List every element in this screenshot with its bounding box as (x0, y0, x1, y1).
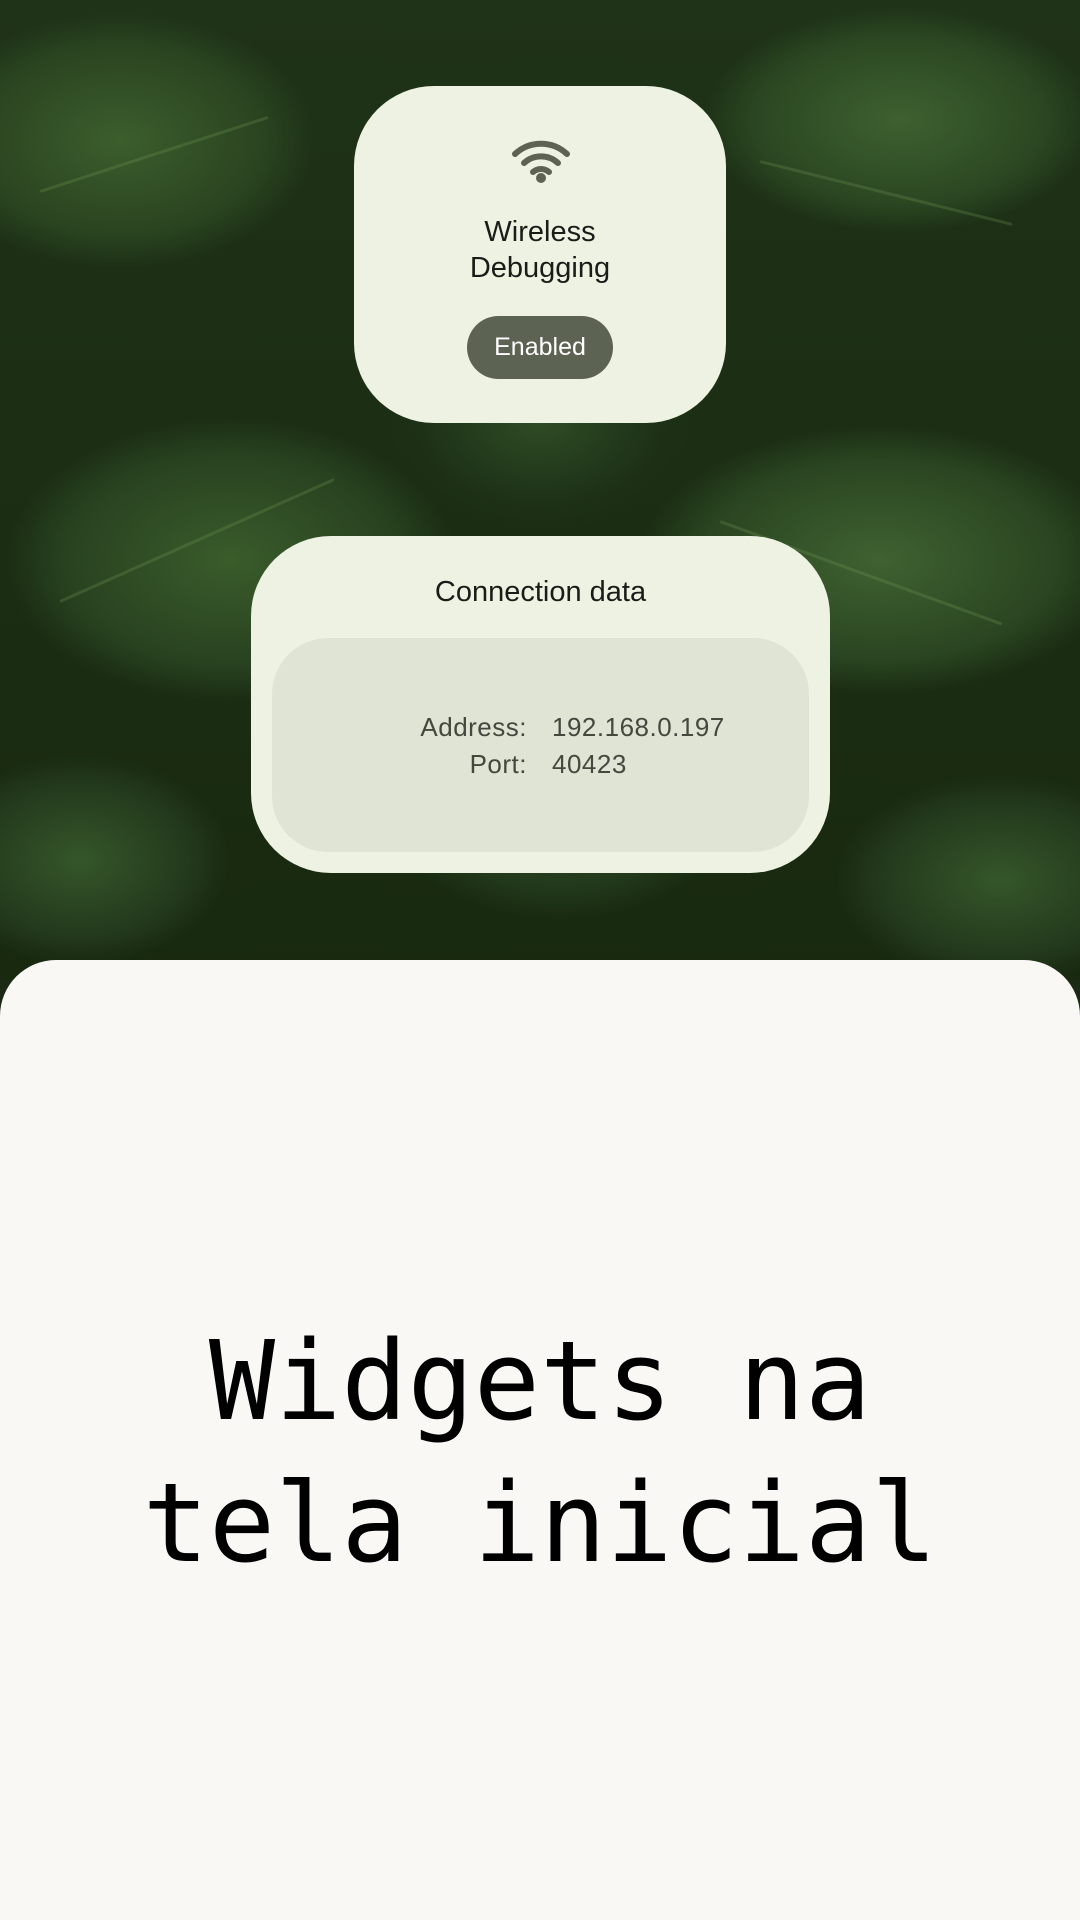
leaf-vein (39, 115, 269, 193)
caption-panel: Widgets na tela inicial (0, 960, 1080, 1920)
caption-line: tela inicial (142, 1459, 938, 1587)
connection-data-title: Connection data (434, 576, 647, 608)
caption-line: Widgets na (208, 1317, 872, 1445)
title-line: Debugging (469, 252, 611, 284)
connection-data-panel: Address: 192.168.0.197 Port: 40423 (272, 638, 809, 852)
port-row: Port: 40423 (272, 749, 809, 785)
address-label: Address: (420, 712, 527, 742)
leaf-vein (759, 160, 1013, 226)
wifi-icon (512, 140, 570, 183)
wireless-debugging-toggle[interactable]: Enabled (467, 316, 613, 379)
title-line: Wireless (484, 216, 596, 248)
connection-data-widget[interactable]: Connection data Address: 192.168.0.197 P… (251, 536, 830, 873)
wireless-debugging-title: Wireless Debugging (354, 214, 726, 286)
address-row: Address: 192.168.0.197 (272, 712, 809, 748)
port-label: Port: (469, 749, 527, 779)
port-value: 40423 (552, 749, 627, 779)
address-value: 192.168.0.197 (552, 712, 725, 742)
caption-heading: Widgets na tela inicial (0, 1310, 1080, 1594)
wireless-debugging-widget[interactable]: Wireless Debugging Enabled (354, 86, 726, 423)
